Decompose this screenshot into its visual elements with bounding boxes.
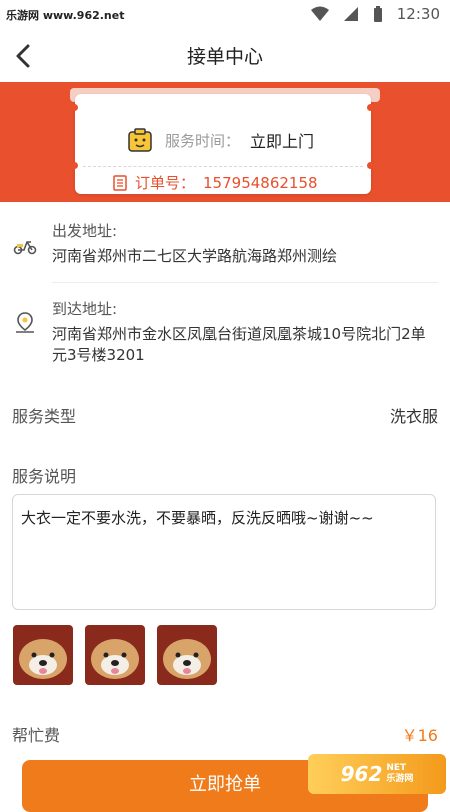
departure-address: 出发地址: 河南省郑州市二七区大学路航海路郑州测绘 xyxy=(0,220,450,280)
departure-label: 出发地址: xyxy=(52,222,118,240)
arrival-value: 河南省郑州市金水区凤凰台街道凤凰茶城10号院北门2单元3号楼3201 xyxy=(52,325,426,364)
ticket-notch-dot xyxy=(367,104,374,111)
fee-amount: ￥16 xyxy=(401,726,438,745)
wifi-icon xyxy=(310,6,329,21)
service-type-value: 洗衣服 xyxy=(389,407,438,426)
watermark-cn: 乐游网 xyxy=(386,774,414,784)
clipboard-face-icon xyxy=(128,128,152,152)
dog-photo xyxy=(85,625,145,685)
service-time-label: 服务时间： xyxy=(165,131,241,150)
photo-thumbnail[interactable] xyxy=(13,625,73,685)
fee-row: 帮忙费 ￥16 xyxy=(12,722,438,746)
dog-photo xyxy=(157,625,217,685)
ticket-notch-dot xyxy=(71,162,78,169)
ticket-notch-dot xyxy=(71,104,78,111)
order-number-row: 订单号： 157954862158 xyxy=(113,172,318,193)
service-time: 服务时间： 立即上门 xyxy=(125,126,314,154)
fee-label: 帮忙费 xyxy=(12,726,61,745)
service-type-row: 服务类型 洗衣服 xyxy=(12,403,438,427)
watermark-brand: 962 xyxy=(340,762,383,786)
order-number: 157954862158 xyxy=(203,173,318,192)
watermark-suffix: NET xyxy=(386,763,407,773)
map-pin-icon xyxy=(16,312,34,333)
order-ticket: 服务时间： 立即上门 订单号： 157954862158 xyxy=(75,94,371,194)
clock: 12:30 xyxy=(396,5,440,23)
arrival-label: 到达地址: xyxy=(52,300,118,318)
service-desc-box: 大衣一定不要水洗，不要暴晒，反洗反晒哦~谢谢~~ xyxy=(12,494,436,610)
photo-thumbnail[interactable] xyxy=(85,625,145,685)
departure-value: 河南省郑州市二七区大学路航海路郑州测绘 xyxy=(52,247,338,265)
battery-icon xyxy=(373,6,382,22)
dog-photo xyxy=(13,625,73,685)
header: 接单中心 xyxy=(0,30,450,82)
site-label: 乐游网 www.962.net xyxy=(6,9,125,22)
ticket-divider xyxy=(83,166,363,167)
page-title: 接单中心 xyxy=(186,46,263,68)
status-bar: 乐游网 www.962.net 12:30 xyxy=(0,0,450,30)
service-desc-text: 大衣一定不要水洗，不要暴晒，反洗反晒哦~谢谢~~ xyxy=(21,509,374,527)
arrival-address: 到达地址: 河南省郑州市金水区凤凰台街道凤凰茶城10号院北门2单元3号楼3201 xyxy=(0,298,450,368)
service-desc-label: 服务说明 xyxy=(12,467,77,486)
watermark-logo: 962 NET 乐游网 xyxy=(308,754,446,794)
order-label: 订单号： xyxy=(135,174,196,192)
service-type-label: 服务类型 xyxy=(12,407,77,426)
document-icon xyxy=(113,174,127,191)
service-time-value: 立即上门 xyxy=(250,132,315,151)
divider xyxy=(52,282,438,283)
photo-thumbnail[interactable] xyxy=(157,625,217,685)
signal-icon xyxy=(343,7,358,21)
ticket-notch-dot xyxy=(367,162,374,169)
scooter-icon xyxy=(13,241,37,255)
